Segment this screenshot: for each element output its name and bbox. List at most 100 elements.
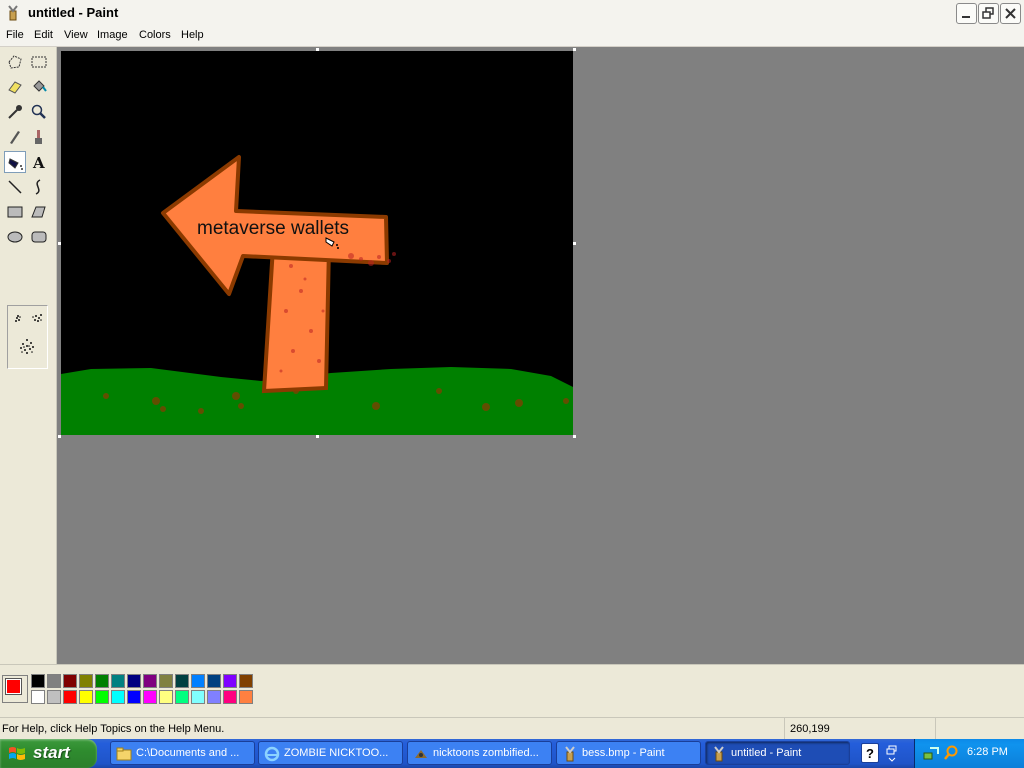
tool-free-form-select[interactable] [4, 51, 26, 73]
menu-file[interactable]: File [6, 29, 24, 41]
rect-select-icon [31, 56, 47, 68]
task-label: bess.bmp - Paint [582, 747, 665, 759]
palette-swatch[interactable] [47, 674, 61, 688]
palette-swatch[interactable] [95, 690, 109, 704]
menu-edit[interactable]: Edit [34, 29, 53, 41]
svg-text:A: A [32, 154, 45, 171]
curve-icon [35, 179, 41, 195]
tool-airbrush[interactable] [4, 151, 26, 173]
image-icon [415, 750, 427, 758]
drawing-canvas[interactable]: metaverse wallets [61, 51, 573, 435]
rectangle-icon [7, 206, 23, 218]
tool-rounded-rectangle[interactable] [28, 226, 50, 248]
start-label: start [33, 743, 70, 762]
title-bar: untitled - Paint [0, 0, 1024, 28]
tool-ellipse[interactable] [4, 226, 26, 248]
palette-swatch[interactable] [47, 690, 61, 704]
palette-swatch[interactable] [63, 690, 77, 704]
menu-help[interactable]: Help [181, 29, 204, 41]
resize-handle-right[interactable] [573, 242, 576, 245]
windows-flag-icon [9, 747, 25, 760]
fill-bucket-icon [33, 80, 47, 92]
folder-icon [116, 747, 132, 761]
paint-icon [565, 746, 575, 762]
toolbox: A [0, 47, 57, 664]
palette-swatch[interactable] [207, 674, 221, 688]
palette-swatch[interactable] [175, 674, 189, 688]
search-tray-icon[interactable] [943, 745, 959, 761]
palette-swatch[interactable] [207, 690, 221, 704]
palette-swatch[interactable] [79, 690, 93, 704]
palette-swatch[interactable] [223, 674, 237, 688]
restore-small-icon[interactable] [885, 744, 899, 764]
eraser-icon [8, 81, 22, 94]
paint-app-icon [8, 5, 18, 21]
taskbar-clock: 6:28 PM [967, 746, 1008, 758]
palette-swatch[interactable] [159, 674, 173, 688]
palette-swatch[interactable] [191, 674, 205, 688]
palette-swatch[interactable] [95, 674, 109, 688]
palette-swatch[interactable] [239, 690, 253, 704]
restore-icon [982, 7, 994, 19]
taskbar: start C:\Documents and ... ZOMBIE NICKTO… [0, 739, 1024, 768]
taskbar-item-untitled-paint[interactable]: untitled - Paint [705, 741, 850, 765]
tool-text[interactable]: A [28, 151, 50, 173]
restore-button[interactable] [978, 3, 999, 24]
taskbar-item-nicktoons-zombified[interactable]: nicktoons zombified... [407, 741, 552, 765]
paint-icon [714, 746, 724, 762]
palette-swatch[interactable] [159, 690, 173, 704]
status-help-text: For Help, click Help Topics on the Help … [2, 723, 225, 735]
tool-brush[interactable] [28, 126, 50, 148]
tool-magnifier[interactable] [28, 101, 50, 123]
line-icon [8, 180, 22, 194]
tool-pick-color[interactable] [4, 101, 26, 123]
tool-line[interactable] [4, 176, 26, 198]
resize-handle-top [316, 48, 319, 51]
palette-swatch[interactable] [127, 690, 141, 704]
palette-swatch[interactable] [239, 674, 253, 688]
tool-polygon[interactable] [28, 201, 50, 223]
network-tray-icon[interactable] [923, 745, 939, 761]
tool-pencil[interactable] [4, 126, 26, 148]
start-button[interactable]: start [0, 739, 97, 768]
taskbar-item-zombie-nicktoons[interactable]: ZOMBIE NICKTOO... [258, 741, 403, 765]
airbrush-icon [8, 158, 23, 170]
palette-swatch[interactable] [111, 674, 125, 688]
menu-view[interactable]: View [64, 29, 88, 41]
palette-swatch[interactable] [127, 674, 141, 688]
resize-handle-bottom-left [58, 435, 61, 438]
palette-swatch[interactable] [79, 674, 93, 688]
status-size-pane [935, 718, 1024, 740]
palette-swatch[interactable] [63, 674, 77, 688]
palette-swatch[interactable] [143, 674, 157, 688]
minimize-button[interactable] [956, 3, 977, 24]
palette-swatch[interactable] [111, 690, 125, 704]
menu-bar: File Edit View Image Colors Help [0, 27, 1024, 47]
language-help-button[interactable]: ? [861, 743, 879, 763]
color-palette [0, 664, 1024, 713]
eyedropper-icon [8, 105, 22, 119]
tool-rectangle[interactable] [4, 201, 26, 223]
tool-select[interactable] [28, 51, 50, 73]
task-label: nicktoons zombified... [433, 747, 539, 759]
close-button[interactable] [1000, 3, 1021, 24]
tool-eraser[interactable] [4, 76, 26, 98]
menu-image[interactable]: Image [97, 29, 128, 41]
menu-colors[interactable]: Colors [139, 29, 171, 41]
taskbar-item-documents[interactable]: C:\Documents and ... [110, 741, 255, 765]
window-title: untitled - Paint [28, 5, 119, 20]
tool-curve[interactable] [28, 176, 50, 198]
palette-swatch[interactable] [143, 690, 157, 704]
cursor-coordinates: 260,199 [790, 723, 830, 735]
palette-swatch[interactable] [191, 690, 205, 704]
tool-fill-with-color[interactable] [28, 76, 50, 98]
palette-swatch[interactable] [223, 690, 237, 704]
taskbar-item-bess-paint[interactable]: bess.bmp - Paint [556, 741, 701, 765]
palette-swatch[interactable] [175, 690, 189, 704]
rounded-rect-icon [31, 231, 47, 243]
current-colors [2, 675, 28, 703]
resize-handle-bottom-right[interactable] [573, 435, 576, 438]
palette-swatch[interactable] [31, 674, 45, 688]
palette-swatch[interactable] [31, 690, 45, 704]
resize-handle-bottom[interactable] [316, 435, 319, 438]
